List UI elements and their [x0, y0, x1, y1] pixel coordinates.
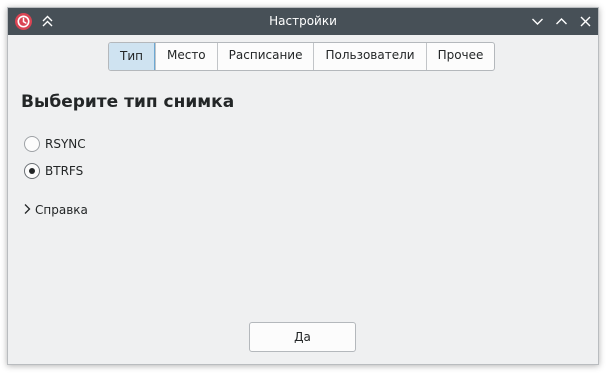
title-bar[interactable]: Настройки	[8, 8, 598, 35]
keep-above-icon[interactable]	[38, 12, 57, 31]
tab-users[interactable]: Пользователи	[313, 43, 425, 70]
maximize-icon[interactable]	[552, 12, 571, 31]
ok-button[interactable]: Да	[249, 322, 356, 352]
btrfs-label[interactable]: BTRFS	[45, 164, 83, 178]
help-expander[interactable]: Справка	[22, 200, 88, 219]
tab-misc[interactable]: Прочее	[425, 43, 495, 70]
rsync-option[interactable]: RSYNC	[24, 135, 86, 153]
rsync-label[interactable]: RSYNC	[45, 137, 86, 151]
tab-schedule[interactable]: Расписание	[216, 43, 314, 70]
close-icon[interactable]	[576, 12, 595, 31]
minimize-icon[interactable]	[528, 12, 547, 31]
btrfs-radio[interactable]	[24, 163, 40, 179]
tab-type[interactable]: Тип	[109, 43, 155, 70]
rsync-radio[interactable]	[24, 136, 40, 152]
btrfs-option[interactable]: BTRFS	[24, 162, 83, 180]
settings-tabs: Тип Место Расписание Пользователи Прочее	[108, 42, 496, 71]
chevron-right-icon[interactable]	[22, 200, 32, 219]
window-title: Настройки	[269, 14, 337, 28]
settings-window: Настройки Тип Место Расписание Пользоват…	[7, 7, 599, 365]
help-label[interactable]: Справка	[35, 203, 88, 217]
tab-location[interactable]: Место	[154, 43, 217, 70]
timeshift-app-icon[interactable]	[15, 13, 32, 30]
page-heading: Выберите тип снимка	[21, 92, 235, 112]
